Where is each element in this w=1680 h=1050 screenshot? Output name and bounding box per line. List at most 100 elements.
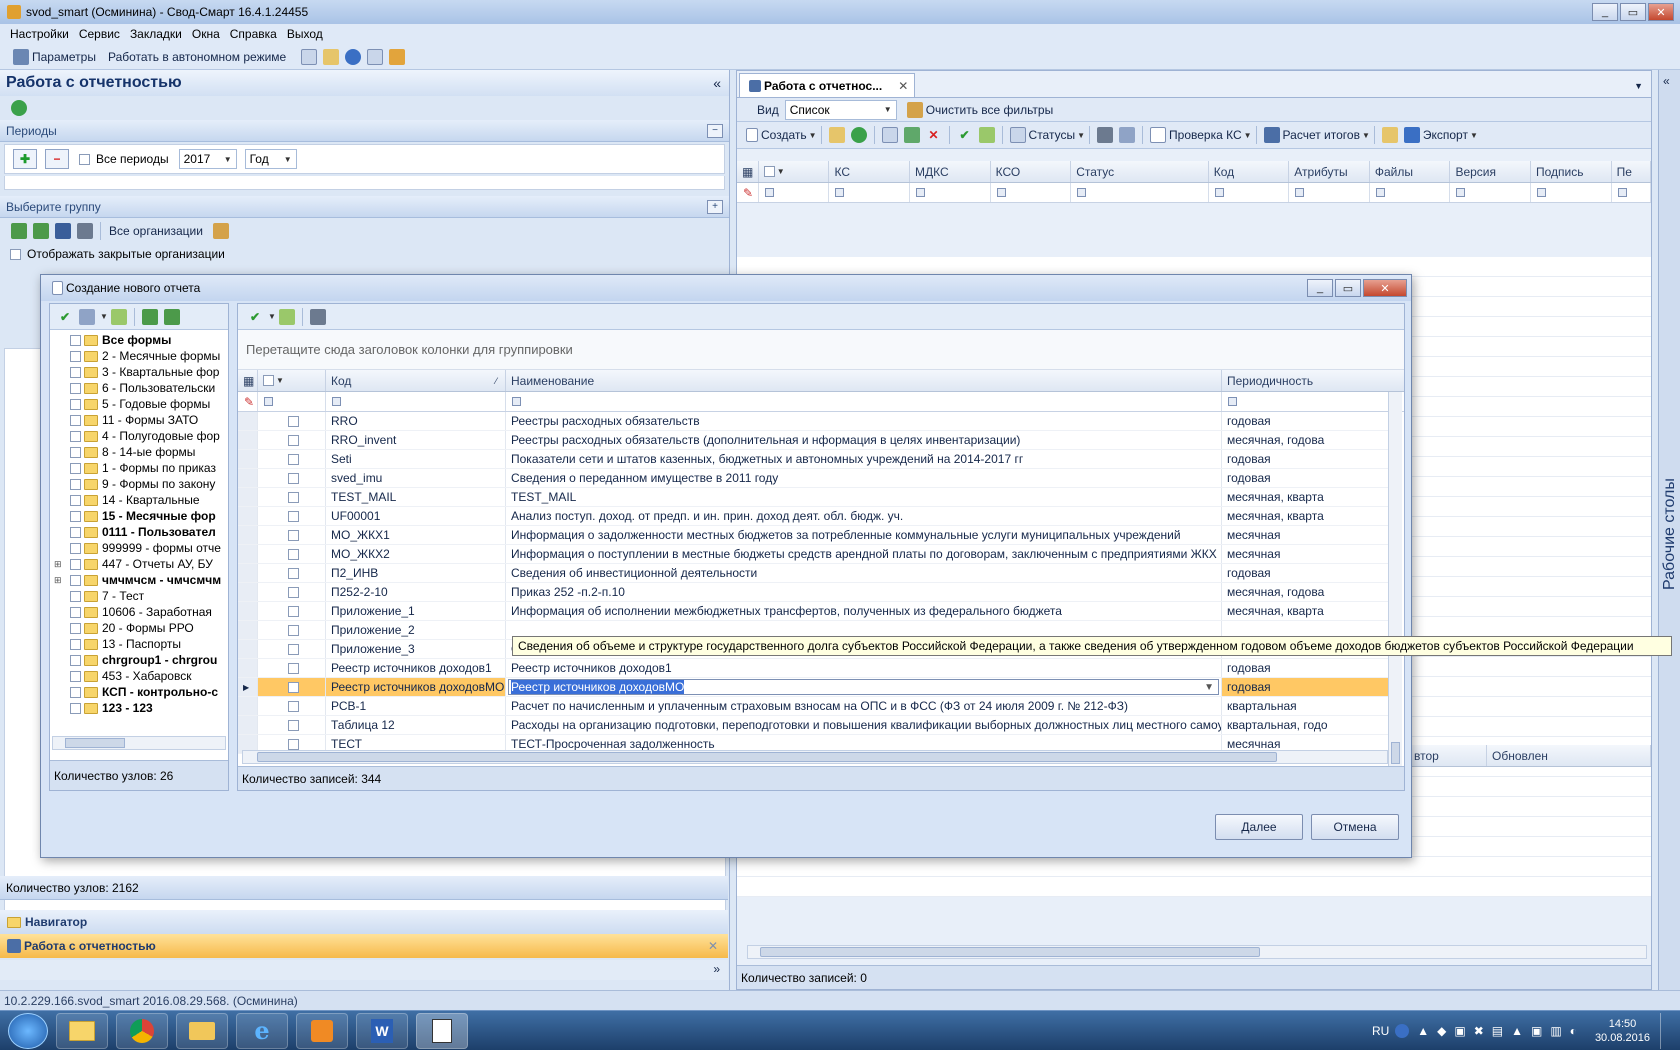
filter-cell[interactable] xyxy=(1214,188,1224,197)
horizontal-scrollbar[interactable] xyxy=(747,945,1647,959)
tree-node[interactable]: 10606 - Заработная xyxy=(50,604,228,620)
col-form-name[interactable]: Наименование xyxy=(506,370,1222,391)
row-checkbox[interactable] xyxy=(288,681,299,693)
forms-vscrollbar[interactable] xyxy=(1388,392,1402,766)
tray-icons[interactable]: ▲◆▣✖▤▲▣▥◐ xyxy=(1417,1024,1585,1038)
tab-menu-arrow-icon[interactable]: ▼ xyxy=(1634,81,1643,91)
row-checkbox[interactable] xyxy=(288,643,299,655)
language-indicator[interactable]: RU xyxy=(1372,1024,1389,1038)
print-icon[interactable] xyxy=(77,223,93,239)
tree-node-checkbox[interactable] xyxy=(70,414,81,426)
row-checkbox[interactable] xyxy=(288,453,299,465)
filter-pin-icon[interactable]: ✎ xyxy=(737,183,759,202)
col-kso[interactable]: КСО xyxy=(991,161,1072,182)
grid-settings-icon[interactable]: ▦ xyxy=(238,370,258,391)
tree-node-checkbox[interactable] xyxy=(70,526,81,538)
close-button[interactable]: ✕ xyxy=(1648,3,1674,21)
accept-icon[interactable]: ✔ xyxy=(247,309,263,325)
tree-node[interactable]: 11 - Формы ЗАТО xyxy=(50,412,228,428)
statuses-button[interactable]: Статусы xyxy=(1029,128,1076,142)
filter-icon[interactable] xyxy=(212,223,229,239)
periods-collapse-button[interactable]: − xyxy=(707,123,723,138)
col-code[interactable]: Код xyxy=(1209,161,1290,182)
taskbar-explorer-icon[interactable] xyxy=(56,1012,108,1049)
expand-toggle-icon[interactable]: ⊞ xyxy=(54,559,64,570)
select-all-checkbox[interactable]: ▼ xyxy=(759,161,830,182)
col-author[interactable]: втор xyxy=(1409,745,1487,766)
row-checkbox[interactable] xyxy=(288,624,299,636)
year-select[interactable]: 2017 ▼ xyxy=(178,149,237,169)
all-orgs-button[interactable]: Все организации xyxy=(109,224,203,238)
tree-node-checkbox[interactable] xyxy=(70,654,81,666)
print-forms-icon[interactable] xyxy=(309,308,326,325)
table-row[interactable]: П252-2-10 Приказ 252 -п.2-п.10 месячная, г… xyxy=(238,583,1388,602)
tree-node-checkbox[interactable] xyxy=(70,542,81,554)
print-reports-icon[interactable] xyxy=(1097,127,1114,143)
tree-node-checkbox[interactable] xyxy=(70,334,81,346)
collapse-sidebar-icon[interactable]: « xyxy=(1663,74,1670,88)
menu-exit[interactable]: Выход xyxy=(287,27,323,41)
tree-node[interactable]: 999999 - формы отче xyxy=(50,540,228,556)
tree-node[interactable]: 20 - Формы РРО xyxy=(50,620,228,636)
table-row[interactable]: П2_ИНВ Сведения об инвестиционной деятель… xyxy=(238,564,1388,583)
row-checkbox-cell[interactable] xyxy=(258,431,326,449)
tree-node[interactable]: 6 - Пользовательски xyxy=(50,380,228,396)
dialog-minimize-button[interactable]: _ xyxy=(1307,279,1333,297)
tree-node-checkbox[interactable] xyxy=(70,398,81,410)
tree-node-checkbox[interactable] xyxy=(70,670,81,682)
tree-node[interactable]: 453 - Хабаровск xyxy=(50,668,228,684)
tree-hscrollbar[interactable] xyxy=(52,736,226,750)
start-button[interactable] xyxy=(8,1012,48,1049)
table-row[interactable]: RRO Реестры расходных обязательств годовая xyxy=(238,412,1388,431)
menu-bookmarks[interactable]: Закладки xyxy=(130,27,182,41)
group-expand-button[interactable]: + xyxy=(707,199,723,214)
cancel-button[interactable]: Отмена xyxy=(1311,814,1399,840)
tree-node-checkbox[interactable] xyxy=(70,366,81,378)
taskbar-chrome-icon[interactable] xyxy=(116,1012,168,1049)
users-icon[interactable] xyxy=(389,48,406,65)
filter-cell[interactable] xyxy=(332,397,341,406)
col-form-code[interactable]: Код ⁄ xyxy=(326,370,506,391)
calendar-icon[interactable] xyxy=(301,48,318,65)
table-row[interactable]: Реестр источников доходов1 Реестр источни… xyxy=(238,659,1388,678)
navigator-item[interactable]: Навигатор xyxy=(0,910,728,934)
tree-node-checkbox[interactable] xyxy=(70,382,81,394)
col-files[interactable]: Файлы xyxy=(1370,161,1451,182)
row-checkbox[interactable] xyxy=(288,415,299,427)
row-checkbox-cell[interactable] xyxy=(258,526,326,544)
reject-icon[interactable] xyxy=(278,308,295,325)
row-checkbox[interactable] xyxy=(288,700,299,712)
menu-help[interactable]: Справка xyxy=(230,27,277,41)
forms-select-all-checkbox[interactable]: ▼ xyxy=(258,370,326,391)
table-row[interactable]: Таблица 12 Расходы на организацию подгото… xyxy=(238,716,1388,735)
row-checkbox-cell[interactable] xyxy=(258,545,326,563)
delete-icon[interactable]: ✕ xyxy=(926,127,942,143)
collapse-left-icon[interactable]: « xyxy=(713,75,721,91)
tree-node-checkbox[interactable] xyxy=(70,430,81,442)
tree-options-icon[interactable] xyxy=(79,308,95,325)
row-checkbox[interactable] xyxy=(288,567,299,579)
col-mdks[interactable]: МДКС xyxy=(910,161,991,182)
tree-node[interactable]: ⊞ 447 - Отчеты АУ, БУ xyxy=(50,556,228,572)
menu-service[interactable]: Сервис xyxy=(79,27,120,41)
tree-node-checkbox[interactable] xyxy=(70,590,81,602)
info-icon[interactable] xyxy=(345,48,362,65)
minimize-button[interactable]: _ xyxy=(1592,3,1618,21)
tree-node-checkbox[interactable] xyxy=(70,622,81,634)
table-row[interactable]: RRO_invent Реестры расходных обязательств… xyxy=(238,431,1388,450)
filter-cell[interactable] xyxy=(1456,188,1466,197)
tree-node-checkbox[interactable] xyxy=(70,638,81,650)
logout-icon[interactable] xyxy=(367,48,384,65)
all-periods-checkbox[interactable] xyxy=(79,153,90,165)
col-pe[interactable]: Пе xyxy=(1612,161,1651,182)
tree-export-icon[interactable] xyxy=(11,223,27,239)
tree-node-checkbox[interactable] xyxy=(70,462,81,474)
tree-node[interactable]: 9 - Формы по закону xyxy=(50,476,228,492)
taskbar-svod-icon[interactable] xyxy=(416,1012,468,1049)
close-tab-icon[interactable]: ✕ xyxy=(898,79,908,93)
group-by-area[interactable]: Перетащите сюда заголовок колонки для гр… xyxy=(238,330,1404,370)
dialog-close-button[interactable]: ✕ xyxy=(1363,279,1407,297)
tree-node-checkbox[interactable] xyxy=(70,574,81,586)
row-checkbox-cell[interactable] xyxy=(258,507,326,525)
expand-toggle-icon[interactable]: ⊞ xyxy=(54,575,64,586)
